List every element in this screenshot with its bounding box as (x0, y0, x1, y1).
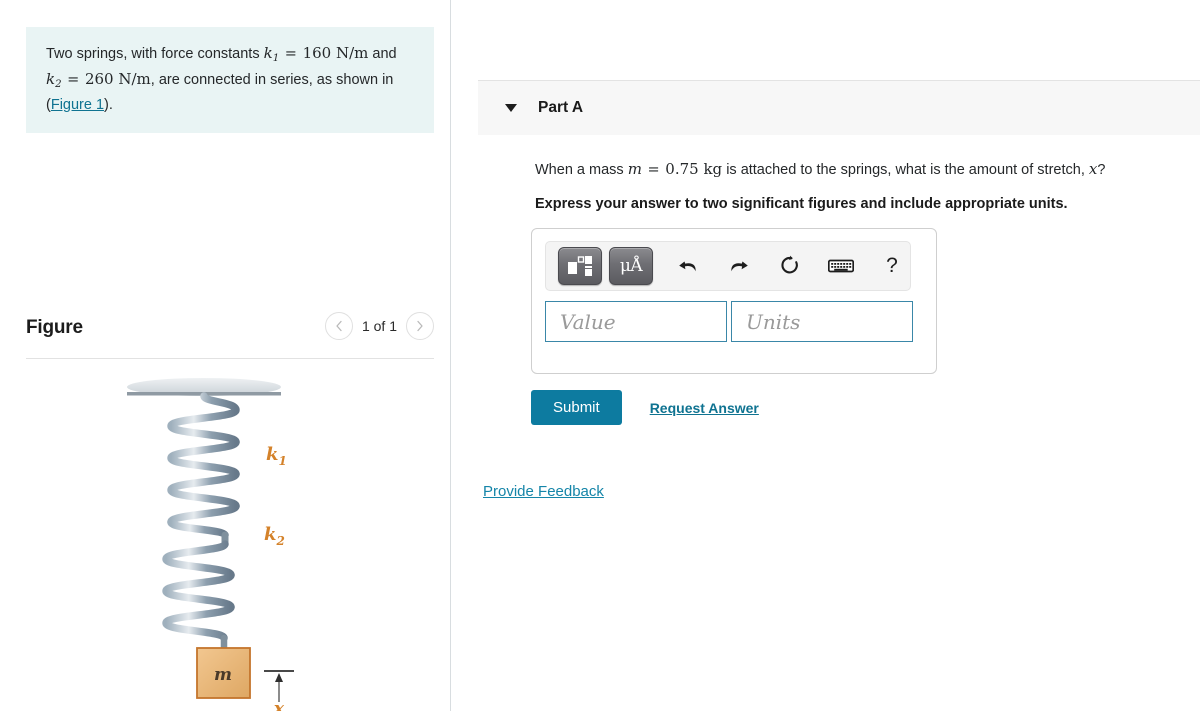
figure-divider (26, 358, 434, 359)
spring-1-coils (167, 392, 240, 526)
caret-down-icon[interactable] (505, 104, 517, 112)
page-root: Two springs, with force constants k1 = 1… (0, 0, 1200, 711)
question-text: When a mass m = 0.75 kg is attached to t… (535, 160, 1106, 178)
provide-feedback-link[interactable]: Provide Feedback (483, 483, 604, 500)
part-a-header[interactable]: Part A (478, 80, 1200, 135)
figure-1-link[interactable]: Figure 1 (51, 97, 104, 113)
k1-symbol: k1 (263, 44, 280, 64)
request-answer-link[interactable]: Request Answer (650, 400, 759, 416)
mass-symbol: m (627, 160, 642, 178)
help-question-icon[interactable]: ? (875, 250, 909, 282)
k1-value: 160 N/m (302, 44, 369, 62)
answer-fields (545, 301, 913, 342)
keyboard-icon[interactable] (824, 250, 858, 282)
k2-symbol: k2 (46, 70, 62, 91)
figure-counter: 1 of 1 (361, 318, 397, 334)
mass-block-label: m (214, 665, 232, 685)
part-a-label: Part A (538, 99, 584, 116)
chevron-right-icon (417, 320, 423, 332)
problem-tail2: ). (104, 96, 113, 113)
question-end: ? (1097, 162, 1106, 178)
math-template-icon[interactable] (558, 247, 602, 285)
value-input[interactable] (545, 301, 727, 342)
problem-mid: and (372, 46, 397, 62)
chevron-left-icon (336, 320, 342, 332)
question-prefix: When a mass (535, 162, 624, 178)
question-suffix: is attached to the springs, what is the … (726, 162, 1085, 178)
mass-value: 0.75 kg (665, 160, 723, 178)
answer-toolbar: μÅ ? (545, 241, 911, 291)
problem-lead: Two springs, with force constants (46, 46, 260, 62)
submit-button[interactable]: Submit (531, 390, 622, 425)
undo-arrow-icon[interactable] (671, 250, 705, 282)
figure-nav: 1 of 1 (324, 312, 434, 340)
spring-2-label: k2 (264, 524, 285, 548)
stretch-label: x (273, 699, 285, 711)
figure-title: Figure (26, 317, 83, 338)
figure-prev-button[interactable] (324, 312, 353, 340)
help-label: ? (886, 254, 898, 277)
figure-next-button[interactable] (406, 312, 434, 340)
redo-arrow-icon[interactable] (722, 250, 756, 282)
problem-statement: Two springs, with force constants k1 = 1… (26, 27, 434, 134)
answer-panel: μÅ ? Value Units (531, 228, 937, 374)
micro-angstrom-icon[interactable]: μÅ (609, 247, 653, 285)
micro-angstrom-label: μÅ (619, 255, 643, 276)
k2-value: 260 N/m (84, 70, 151, 89)
submit-row: Submit Request Answer (531, 390, 759, 425)
figure-header: Figure 1 of 1 (26, 312, 434, 358)
answer-instruction: Express your answer to two significant f… (535, 196, 1068, 212)
left-panel: Two springs, with force constants k1 = 1… (0, 0, 450, 711)
reset-circle-icon[interactable] (773, 250, 807, 282)
right-panel: Part A When a mass m = 0.75 kg is attach… (451, 0, 1200, 711)
spring-figure-image[interactable]: m x k1 k2 (26, 372, 434, 711)
units-input[interactable] (731, 301, 913, 342)
spring-2-coils (162, 540, 235, 642)
spring-1-label: k1 (266, 444, 287, 468)
